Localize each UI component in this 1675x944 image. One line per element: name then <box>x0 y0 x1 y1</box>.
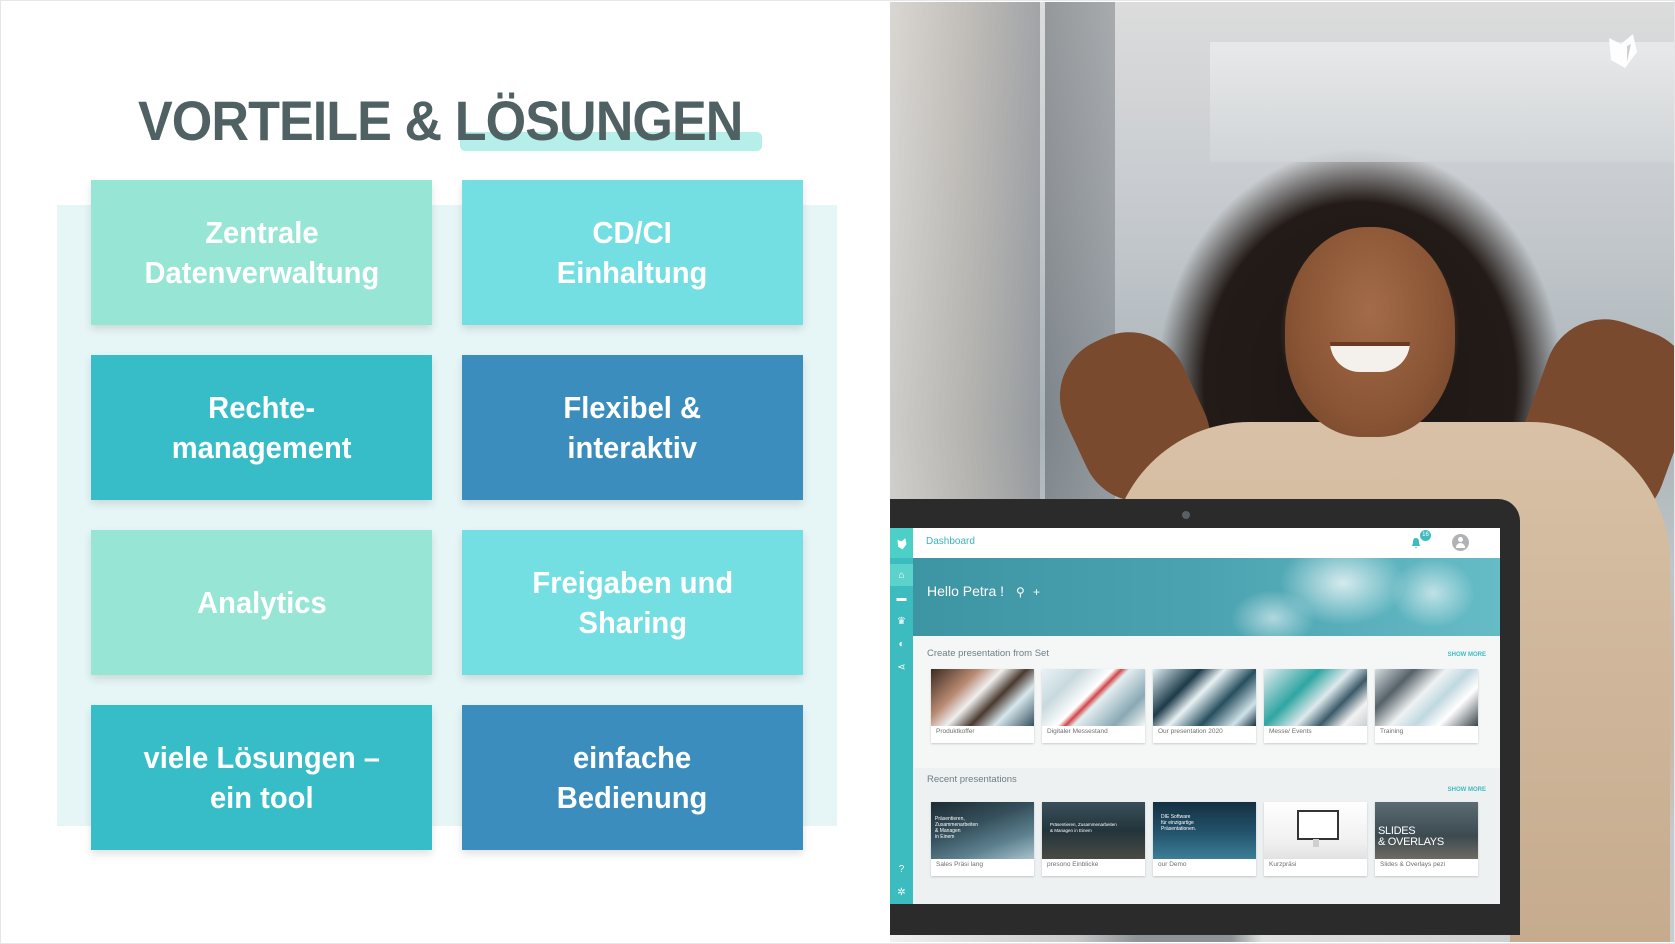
card-thumbnail: DIE Software für einzigartige Präsentati… <box>1153 802 1256 859</box>
recent-card[interactable]: DIE Software für einzigartige Präsentati… <box>1153 802 1256 876</box>
fox-logo-icon <box>1609 34 1637 68</box>
card-thumbnail <box>1042 669 1145 726</box>
greeting: Hello Petra ! <box>927 583 1005 599</box>
tile-analytics[interactable]: Analytics <box>91 530 432 675</box>
avatar[interactable] <box>1452 534 1469 551</box>
set-card[interactable]: Digitaler Messestand <box>1042 669 1145 743</box>
tile-einfache-bedienung[interactable]: einfache Bedienung <box>462 705 803 850</box>
tile-freigaben-sharing[interactable]: Freigaben und Sharing <box>462 530 803 675</box>
card-caption: our Demo <box>1158 861 1187 868</box>
share-icon[interactable]: ⋖ <box>890 656 913 678</box>
card-caption: Training <box>1380 728 1404 735</box>
set-card[interactable]: Messe/ Events <box>1264 669 1367 743</box>
tile-viele-loesungen[interactable]: viele Lösungen – ein tool <box>91 705 432 850</box>
fox-logo-icon <box>896 537 907 549</box>
tile-label: Rechte- management <box>171 389 352 465</box>
card-caption: presono Einblicke <box>1047 861 1099 868</box>
app-sidebar: ⌂ ▬ ♛ ◐ ⋖ ? ✲ <box>890 528 913 904</box>
breadcrumb-dashboard[interactable]: Dashboard <box>926 536 975 547</box>
tile-label: einfache Bedienung <box>557 739 708 815</box>
tile-label: Zentrale Datenverwaltung <box>144 214 379 290</box>
set-card[interactable]: Our presentation 2020 <box>1153 669 1256 743</box>
tile-label: Flexibel & interaktiv <box>563 389 702 465</box>
laptop-base <box>890 935 1510 942</box>
thumb-text: DIE Software für einzigartige Präsentati… <box>1161 814 1197 832</box>
set-card[interactable]: Training <box>1375 669 1478 743</box>
laptop: ⌂ ▬ ♛ ◐ ⋖ ? ✲ Dashboard 16 Hello Petra !… <box>890 499 1520 935</box>
recent-card[interactable]: SLIDES & OVERLAYS Slides & Overlays pezi <box>1375 802 1478 876</box>
search-icon[interactable]: ⚲ <box>1016 585 1025 599</box>
welcome-banner: Hello Petra ! ⚲ + <box>913 558 1500 636</box>
thumb-text: Präsentieren, Zusammenarbeiten & Managen… <box>935 816 979 840</box>
pie-chart-icon[interactable]: ◐ <box>890 633 913 655</box>
tile-rechtemanagement[interactable]: Rechte- management <box>91 355 432 500</box>
home-icon[interactable]: ⌂ <box>890 564 913 586</box>
card-caption: Slides & Overlays pezi <box>1380 861 1446 868</box>
show-more-recent[interactable]: SHOW MORE <box>1448 787 1486 793</box>
app-header: Dashboard 16 <box>913 528 1500 559</box>
tile-label: Freigaben und Sharing <box>532 564 733 640</box>
tile-label: viele Lösungen – ein tool <box>143 739 380 815</box>
trophy-icon[interactable]: ♛ <box>890 610 913 632</box>
monitor-icon <box>1297 810 1339 840</box>
card-thumbnail <box>1264 669 1367 726</box>
card-thumbnail <box>931 669 1034 726</box>
recent-card[interactable]: Kurzpräsi <box>1264 802 1367 876</box>
card-thumbnail <box>1153 669 1256 726</box>
notification-badge: 16 <box>1420 530 1431 541</box>
card-caption: Digitaler Messestand <box>1047 728 1108 735</box>
card-caption: Sales Präsi lang <box>936 861 983 868</box>
gear-icon[interactable]: ✲ <box>890 881 913 903</box>
webcam <box>1182 511 1190 519</box>
recent-card[interactable]: Präsentieren, Zusammenarbeiten & Managen… <box>931 802 1034 876</box>
set-card[interactable]: Produktkoffer <box>931 669 1034 743</box>
plus-icon[interactable]: + <box>1033 585 1040 599</box>
card-thumbnail <box>1264 802 1367 859</box>
tile-label: Analytics <box>196 584 327 620</box>
app-logo[interactable] <box>890 528 913 558</box>
section-title-recent: Recent presentations <box>927 774 1017 785</box>
slide-title: VORTEILE & LÖSUNGEN <box>138 89 743 152</box>
show-more-create[interactable]: SHOW MORE <box>1448 652 1486 658</box>
tile-flexibel-interaktiv[interactable]: Flexibel & interaktiv <box>462 355 803 500</box>
tile-zentrale-datenverwaltung[interactable]: Zentrale Datenverwaltung <box>91 180 432 325</box>
thumb-text: SLIDES & OVERLAYS <box>1378 825 1444 848</box>
card-caption: Kurzpräsi <box>1269 861 1297 868</box>
photo-face <box>1285 227 1455 437</box>
card-caption: Our presentation 2020 <box>1158 728 1223 735</box>
recent-card[interactable]: Präsentieren, Zusammenarbeiten & Managen… <box>1042 802 1145 876</box>
folder-icon[interactable]: ▬ <box>890 587 913 609</box>
card-thumbnail <box>1375 669 1478 726</box>
help-icon[interactable]: ? <box>890 858 913 880</box>
card-thumbnail: SLIDES & OVERLAYS <box>1375 802 1478 859</box>
card-caption: Produktkoffer <box>936 728 975 735</box>
card-caption: Messe/ Events <box>1269 728 1312 735</box>
section-title-create: Create presentation from Set <box>927 648 1049 659</box>
tile-cd-ci-einhaltung[interactable]: CD/CI Einhaltung <box>462 180 803 325</box>
thumb-text: Präsentieren, Zusammenarbeiten & Managen… <box>1050 822 1117 833</box>
app-screen: ⌂ ▬ ♛ ◐ ⋖ ? ✲ Dashboard 16 Hello Petra !… <box>890 528 1500 904</box>
card-thumbnail: Präsentieren, Zusammenarbeiten & Managen… <box>931 802 1034 859</box>
monitor-stand <box>1313 839 1319 847</box>
card-thumbnail: Präsentieren, Zusammenarbeiten & Managen… <box>1042 802 1145 859</box>
tile-label: CD/CI Einhaltung <box>557 214 708 290</box>
